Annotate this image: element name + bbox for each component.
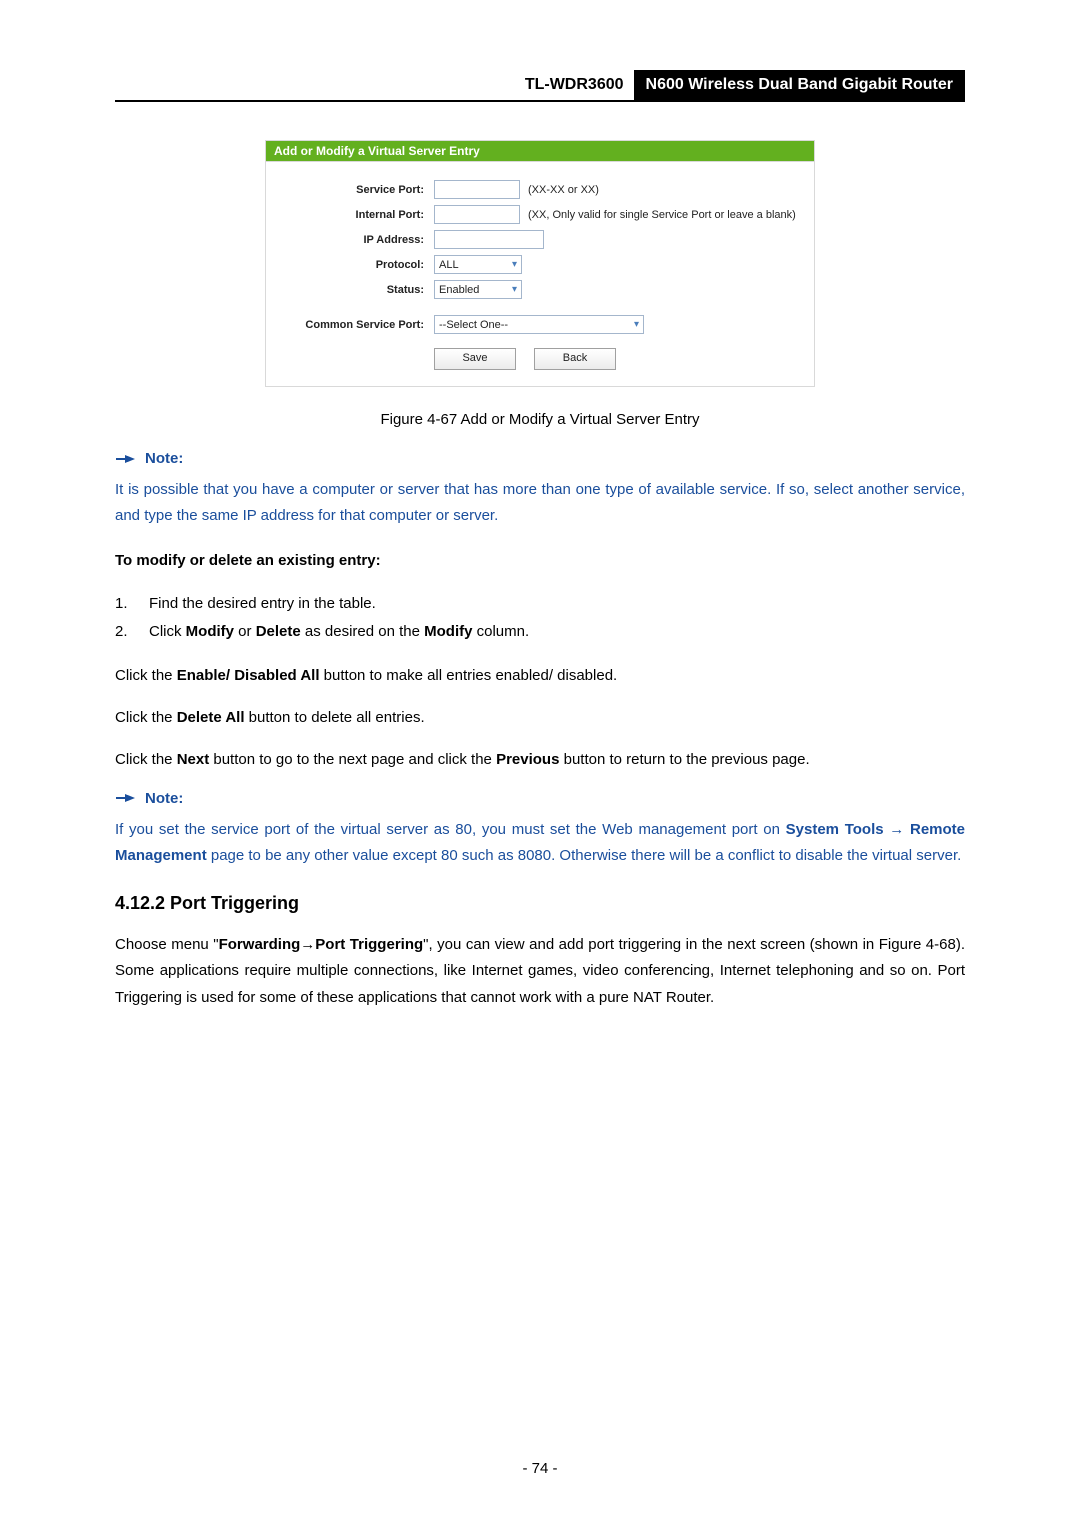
page-number: - 74 - bbox=[0, 1460, 1080, 1477]
select-status-value: Enabled bbox=[439, 284, 479, 296]
panel-title: Add or Modify a Virtual Server Entry bbox=[266, 141, 814, 162]
select-protocol[interactable]: ALL ▾ bbox=[434, 255, 522, 274]
row-common-service-port: Common Service Port: --Select One-- ▾ bbox=[280, 315, 800, 334]
step-1: Find the desired entry in the table. bbox=[115, 590, 965, 619]
button-row: Save Back bbox=[280, 348, 800, 370]
note-label: Note: bbox=[145, 450, 183, 467]
label-common-service-port: Common Service Port: bbox=[280, 319, 434, 331]
chevron-down-icon: ▾ bbox=[512, 260, 517, 270]
virtual-server-panel: Add or Modify a Virtual Server Entry Ser… bbox=[265, 140, 815, 387]
hint-service-port: (XX-XX or XX) bbox=[528, 184, 599, 196]
pointing-hand-icon bbox=[115, 452, 137, 466]
label-service-port: Service Port: bbox=[280, 184, 434, 196]
input-internal-port[interactable] bbox=[434, 205, 520, 224]
note-label: Note: bbox=[145, 790, 183, 807]
label-protocol: Protocol: bbox=[280, 259, 434, 271]
step-2: Click Modify or Delete as desired on the… bbox=[115, 618, 965, 647]
section-paragraph: Choose menu "Forwarding→Port Triggering"… bbox=[115, 932, 965, 1011]
row-service-port: Service Port: (XX-XX or XX) bbox=[280, 180, 800, 199]
product-title: N600 Wireless Dual Band Gigabit Router bbox=[634, 70, 965, 100]
note-heading: Note: bbox=[115, 450, 965, 467]
select-common-service-port[interactable]: --Select One-- ▾ bbox=[434, 315, 644, 334]
row-protocol: Protocol: ALL ▾ bbox=[280, 255, 800, 274]
label-ip-address: IP Address: bbox=[280, 234, 434, 246]
note-heading-2: Note: bbox=[115, 790, 965, 807]
section-heading: 4.12.2 Port Triggering bbox=[115, 893, 965, 914]
input-service-port[interactable] bbox=[434, 180, 520, 199]
chevron-down-icon: ▾ bbox=[634, 320, 639, 330]
arrow-icon: → bbox=[300, 936, 315, 953]
steps-list: Find the desired entry in the table. Cli… bbox=[115, 590, 965, 647]
save-button[interactable]: Save bbox=[434, 348, 516, 370]
hint-internal-port: (XX, Only valid for single Service Port … bbox=[528, 209, 796, 221]
select-status[interactable]: Enabled ▾ bbox=[434, 280, 522, 299]
row-status: Status: Enabled ▾ bbox=[280, 280, 800, 299]
label-internal-port: Internal Port: bbox=[280, 209, 434, 221]
back-button[interactable]: Back bbox=[534, 348, 616, 370]
next-prev-para: Click the Next button to go to the next … bbox=[115, 747, 965, 773]
delete-all-para: Click the Delete All button to delete al… bbox=[115, 705, 965, 731]
figure-caption: Figure 4-67 Add or Modify a Virtual Serv… bbox=[115, 411, 965, 428]
select-protocol-value: ALL bbox=[439, 259, 459, 271]
row-internal-port: Internal Port: (XX, Only valid for singl… bbox=[280, 205, 800, 224]
model-number: TL-WDR3600 bbox=[525, 70, 634, 100]
select-common-service-port-value: --Select One-- bbox=[439, 319, 508, 331]
chevron-down-icon: ▾ bbox=[512, 285, 517, 295]
label-status: Status: bbox=[280, 284, 434, 296]
row-ip-address: IP Address: bbox=[280, 230, 800, 249]
doc-header: TL-WDR3600 N600 Wireless Dual Band Gigab… bbox=[115, 70, 965, 102]
pointing-hand-icon bbox=[115, 791, 137, 805]
arrow-icon: → bbox=[884, 821, 910, 838]
input-ip-address[interactable] bbox=[434, 230, 544, 249]
enable-all-para: Click the Enable/ Disabled All button to… bbox=[115, 663, 965, 689]
note-text-2: If you set the service port of the virtu… bbox=[115, 817, 965, 870]
modify-heading: To modify or delete an existing entry: bbox=[115, 548, 965, 574]
note-text-1: It is possible that you have a computer … bbox=[115, 477, 965, 530]
